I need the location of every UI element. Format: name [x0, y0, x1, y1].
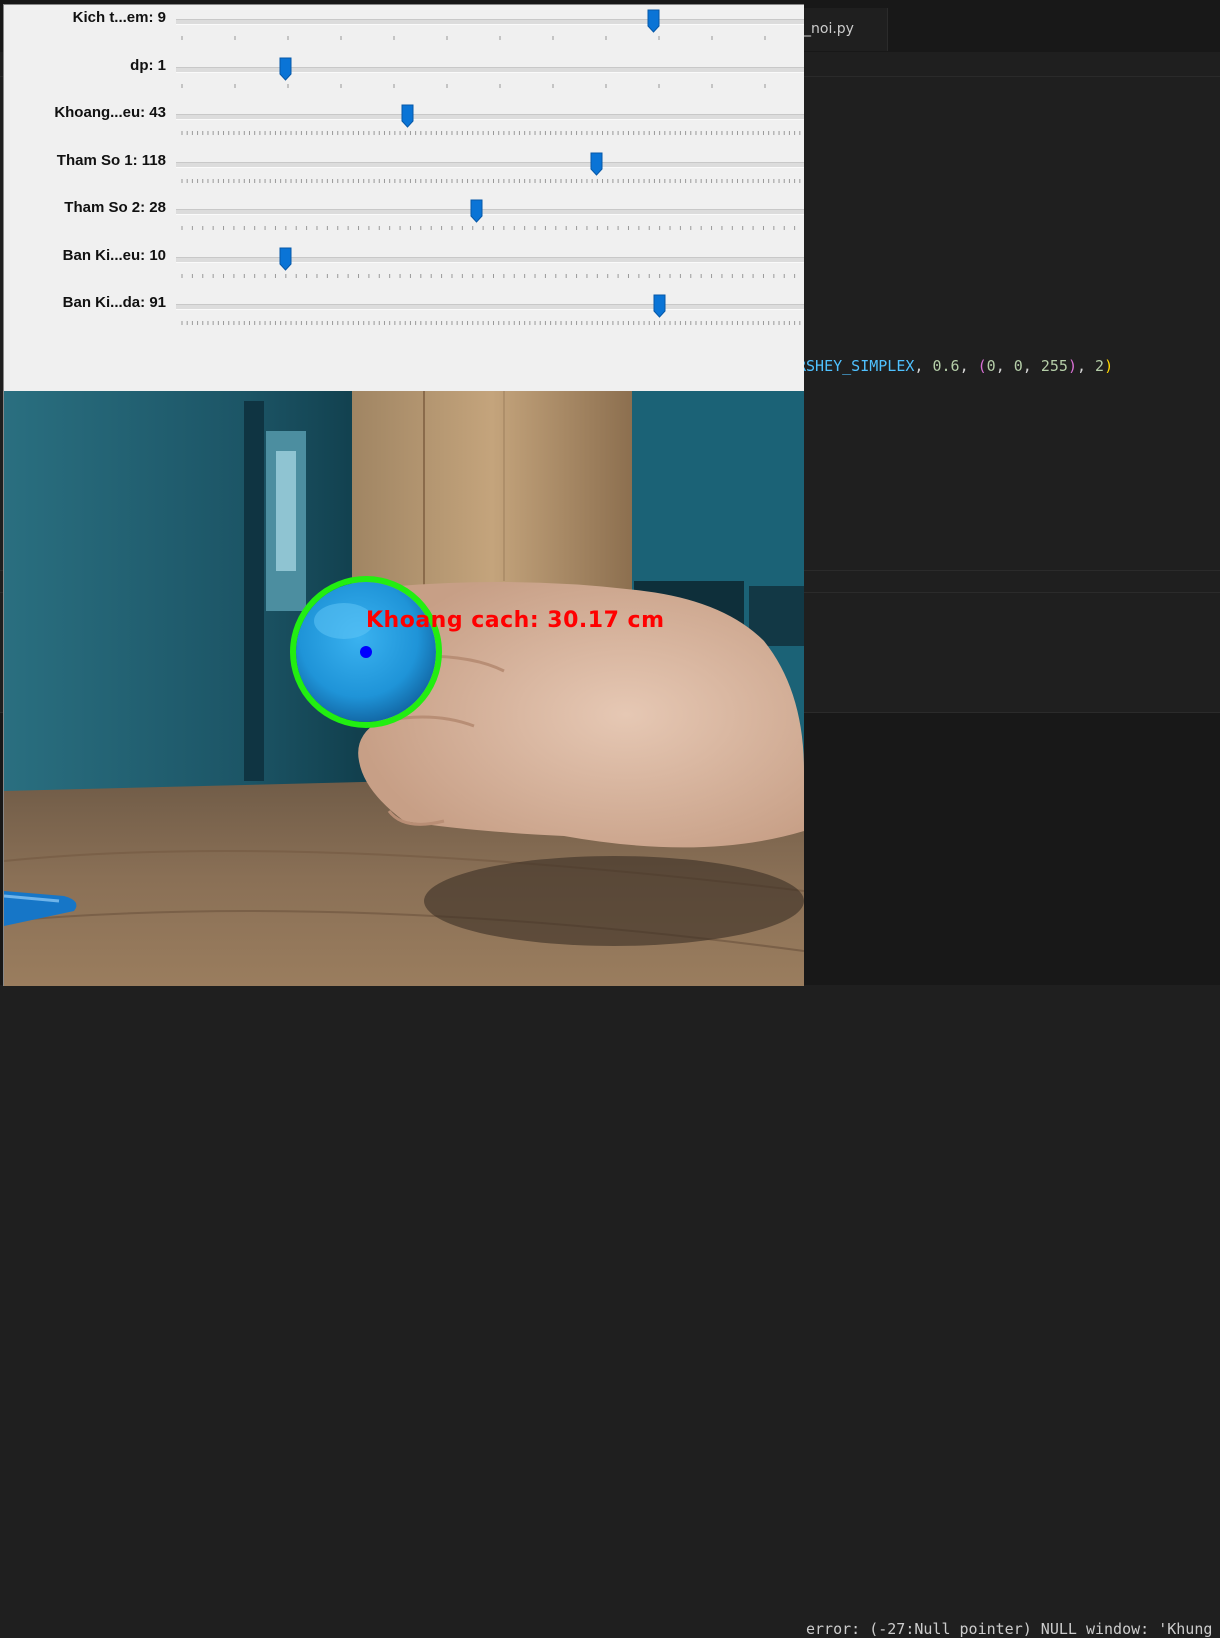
tab-active-file[interactable]: _noi.py: [790, 8, 888, 51]
trackbar-row: Khoang...eu: 43: [4, 104, 804, 144]
trackbar-label: Kich t...em: 9: [72, 9, 166, 26]
trackbar-row: Tham So 2: 28: [4, 199, 804, 239]
code-font-scale: 0.6: [932, 357, 960, 375]
trackbar-label: Khoang...eu: 43: [54, 104, 166, 121]
camera-image: [4, 391, 804, 986]
code-separator: ,: [959, 357, 978, 375]
trackbar-thumb[interactable]: [590, 152, 603, 176]
trackbar-label: Tham So 2: 28: [64, 199, 166, 216]
trackbar-ticks: [181, 321, 801, 325]
code-paren: ): [1067, 357, 1077, 375]
code-constant: RSHEY_SIMPLEX: [797, 357, 915, 375]
trackbar-thumb[interactable]: [470, 199, 483, 223]
trackbar-label: Tham So 1: 118: [56, 151, 166, 169]
code-color-r: 255: [1040, 357, 1068, 375]
trackbar-thumb[interactable]: [279, 57, 292, 81]
trackbar-ticks: [181, 131, 801, 135]
trackbar-label: Ban Ki...da: 91: [62, 294, 166, 311]
trackbar-thumb[interactable]: [401, 104, 414, 128]
terminal-error-line: error: (-27:Null pointer) NULL window: '…: [806, 1620, 1213, 1638]
trackbar-thumb[interactable]: [653, 294, 666, 318]
circle-center-dot: [360, 646, 372, 658]
trackbar-row: Kich t...em: 9: [4, 9, 804, 49]
trackbar-track[interactable]: [176, 161, 804, 168]
code-tuple: 0, 0, 255: [986, 357, 1068, 375]
trackbar-row: Ban Ki...eu: 10: [4, 247, 804, 287]
code-separator: ,: [914, 357, 933, 375]
trackbar-label: dp: 1: [130, 56, 166, 74]
trackbar-thumb[interactable]: [647, 9, 660, 33]
trackbar-ticks: [181, 273, 796, 278]
code-color-b: 0: [986, 357, 996, 375]
code-paren: (: [977, 357, 987, 375]
camera-frame: Khoang cach: 30.17 cm: [4, 391, 804, 986]
trackbar-ticks: [181, 178, 801, 183]
trackbar-track[interactable]: [176, 209, 804, 215]
code-thickness: 2: [1095, 357, 1105, 375]
trackbar-row: dp: 1: [4, 57, 804, 97]
trackbar-row: Ban Ki...da: 91: [4, 294, 804, 334]
trackbar-track[interactable]: [176, 304, 804, 310]
opencv-window[interactable]: Kich t...em: 9 dp: 1 Khoang...eu: 43 Tham S…: [3, 4, 804, 986]
trackbar-track[interactable]: [176, 19, 804, 25]
code-line: RSHEY_SIMPLEX, 0.6, (0, 0, 255), 2): [797, 357, 1114, 375]
trackbar-track[interactable]: [176, 66, 804, 73]
code-color-g: 0: [1013, 357, 1023, 375]
trackbar-track[interactable]: [176, 114, 804, 120]
distance-overlay-text: Khoang cach: 30.17 cm: [366, 608, 665, 633]
trackbar-thumb[interactable]: [279, 247, 292, 271]
trackbar-ticks: [181, 226, 796, 230]
trackbar-track[interactable]: [176, 256, 804, 263]
trackbar-ticks: [181, 83, 766, 88]
trackbar-row: Tham So 1: 118: [4, 152, 804, 192]
trackbar-label: Ban Ki...eu: 10: [62, 246, 166, 264]
code-paren: ): [1104, 357, 1114, 375]
trackbar-ticks: [181, 36, 766, 40]
tab-label: _noi.py: [804, 21, 854, 37]
